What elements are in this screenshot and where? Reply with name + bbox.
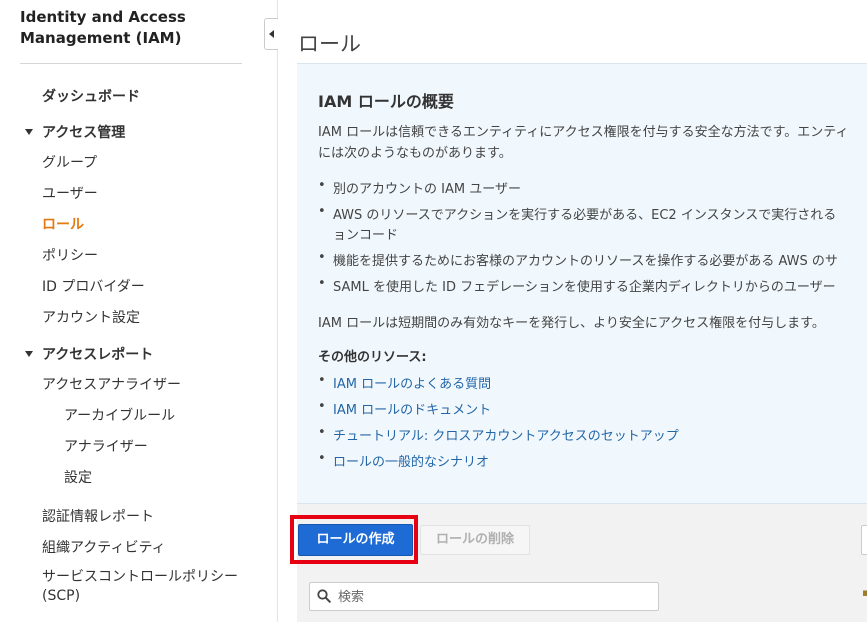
link-common-scenarios[interactable]: ロールの一般的なシナリオ: [333, 455, 489, 470]
sidebar-section-access-management[interactable]: アクセス管理: [25, 122, 125, 142]
list-item-text: 機能を提供するためにお客様のアカウントのリソースを操作する必要がある AWS の…: [333, 254, 838, 269]
sidebar-item-policies[interactable]: ポリシー: [42, 245, 98, 265]
sidebar-item-identity-providers[interactable]: ID プロバイダー: [42, 276, 145, 296]
sidebar-item-scp-line2: (SCP): [42, 588, 81, 604]
sidebar-item-dashboard[interactable]: ダッシュボード: [42, 86, 140, 106]
resources-heading: その他のリソース:: [318, 350, 427, 365]
search-input[interactable]: [336, 586, 650, 609]
toolbar-button-partial[interactable]: [861, 525, 867, 555]
sidebar-item-roles[interactable]: ロール: [42, 214, 84, 234]
sidebar-item-organization-activity[interactable]: 組織アクティビティ: [42, 537, 166, 557]
sidebar-item-users[interactable]: ユーザー: [42, 183, 98, 203]
iam-roles-overview-panel: IAM ロールの概要 IAM ロールは信頼できるエンティティにアクセス権限を付与…: [297, 63, 867, 504]
sidebar-collapse-button[interactable]: [264, 18, 278, 50]
search-icon: [317, 589, 331, 603]
caret-down-icon: [25, 129, 33, 135]
sidebar: Identity and Access Management (IAM) ダッシ…: [0, 0, 277, 622]
sidebar-section-access-reports[interactable]: アクセスレポート: [25, 344, 153, 364]
list-item-text: AWS のリソースでアクションを実行する必要がある、EC2 インスタンスで実行さ…: [333, 208, 837, 223]
short-term-keys-text: IAM ロールは短期間のみ有効なキーを発行し、より安全にアクセス権限を付与します…: [318, 316, 825, 331]
sidebar-border: [277, 0, 278, 622]
create-role-button[interactable]: ロールの作成: [298, 524, 413, 556]
sidebar-section-label: アクセスレポート: [42, 347, 154, 363]
overview-heading: IAM ロールの概要: [318, 92, 454, 111]
search-box[interactable]: [309, 582, 659, 611]
overview-intro-line1: IAM ロールは信頼できるエンティティにアクセス権限を付与する安全な方法です。エ…: [318, 125, 849, 140]
list-item-text: SAML を使用した ID フェデレーションを使用する企業内ディレクトリからのユ…: [333, 280, 836, 295]
service-title[interactable]: Identity and Access Management (IAM): [20, 7, 250, 49]
settings-icon[interactable]: ▪: [862, 586, 867, 599]
caret-left-icon: [269, 30, 274, 38]
sidebar-item-archive-rules[interactable]: アーカイブルール: [64, 405, 175, 425]
sidebar-item-scp[interactable]: サービスコントロールポリシー (SCP): [42, 568, 238, 606]
sidebar-item-analyzer-settings[interactable]: 設定: [64, 467, 92, 487]
sidebar-item-credential-report[interactable]: 認証情報レポート: [42, 506, 154, 526]
link-roles-documentation[interactable]: IAM ロールのドキュメント: [333, 403, 491, 418]
sidebar-divider: [20, 63, 242, 64]
link-cross-account-tutorial[interactable]: チュートリアル: クロスアカウントアクセスのセットアップ: [333, 429, 679, 444]
caret-down-icon: [25, 351, 33, 357]
delete-role-button[interactable]: ロールの削除: [420, 525, 530, 555]
sidebar-section-label: アクセス管理: [42, 125, 126, 141]
sidebar-item-scp-line1: サービスコントロールポリシー: [42, 569, 238, 585]
service-title-line2: Management (IAM): [20, 29, 182, 47]
sidebar-item-analyzers[interactable]: アナライザー: [64, 436, 148, 456]
service-title-line1: Identity and Access: [20, 8, 186, 26]
link-roles-faq[interactable]: IAM ロールのよくある質問: [333, 377, 491, 392]
sidebar-item-groups[interactable]: グループ: [42, 152, 97, 172]
page-title: ロール: [298, 32, 361, 56]
sidebar-item-access-analyzer[interactable]: アクセスアナライザー: [42, 374, 181, 394]
overview-intro-line2: には次のようなものがあります。: [318, 146, 512, 161]
sidebar-item-account-settings[interactable]: アカウント設定: [42, 307, 140, 327]
list-item-text: 別のアカウントの IAM ユーザー: [333, 182, 521, 197]
list-item-continuation: ョンコード: [333, 228, 399, 243]
